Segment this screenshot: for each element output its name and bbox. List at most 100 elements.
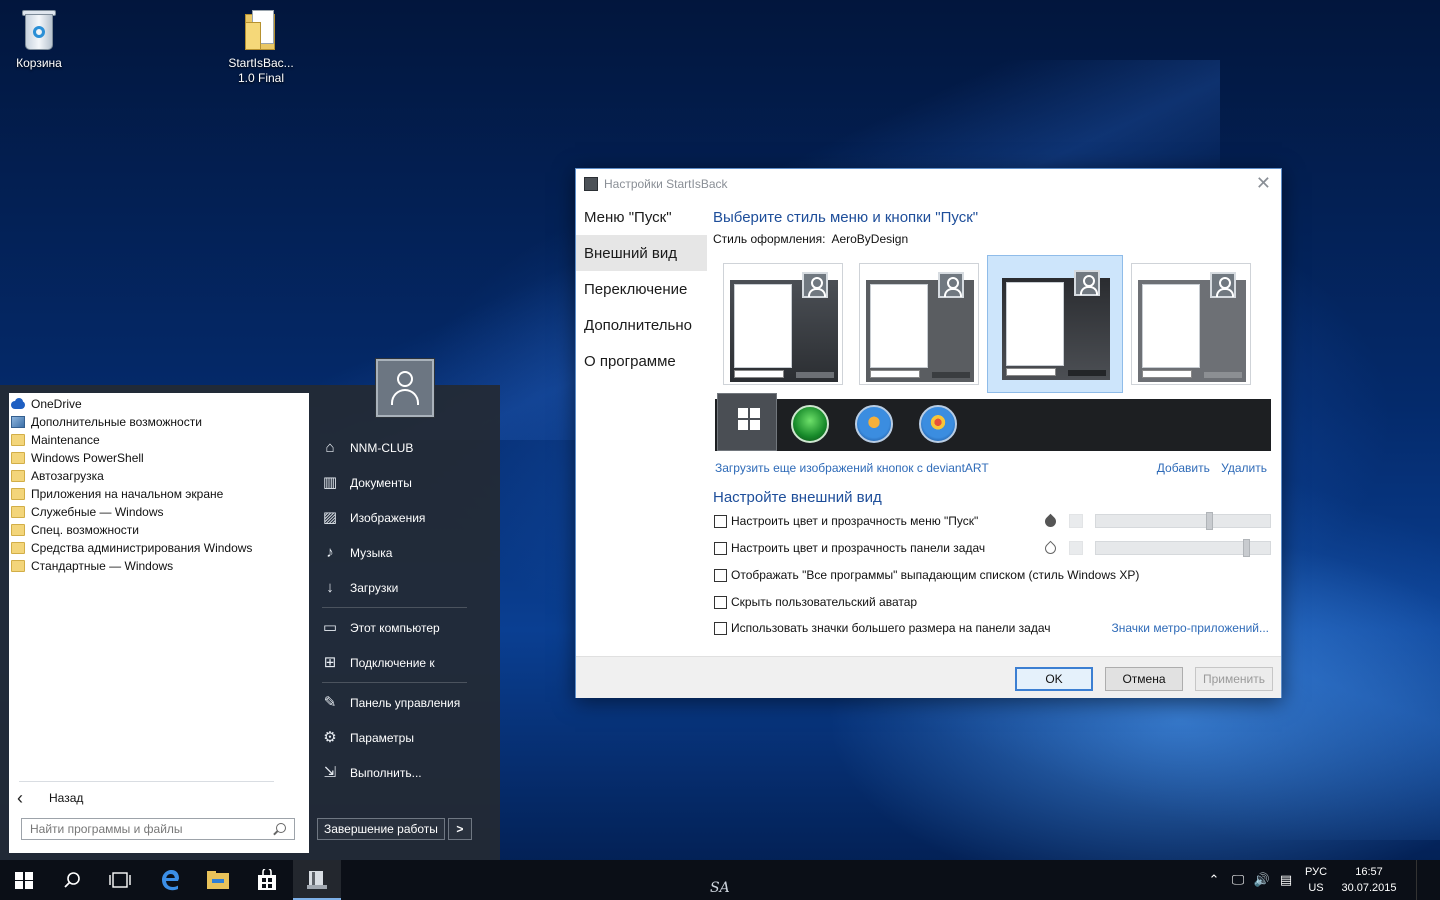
transparency-drop-icon[interactable] bbox=[1042, 540, 1059, 557]
dialog-titlebar[interactable]: Настройки StartIsBack ✕ bbox=[576, 169, 1281, 198]
program-item-admin-tools[interactable]: Средства администрирования Windows bbox=[9, 539, 309, 557]
style-label: Стиль оформления: bbox=[713, 232, 826, 246]
style-previews bbox=[723, 255, 1278, 395]
windows7-orb-icon[interactable] bbox=[855, 405, 893, 443]
add-orb-link[interactable]: Добавить bbox=[1157, 461, 1210, 475]
desktop-icon-label: Корзина bbox=[16, 56, 62, 70]
start-button[interactable] bbox=[0, 860, 48, 900]
menu-transparency-slider[interactable] bbox=[1095, 512, 1271, 530]
start-search-box[interactable] bbox=[21, 818, 295, 840]
option-large-taskbar-icons[interactable]: Использовать значки большего размера на … bbox=[714, 619, 1051, 637]
program-item-system-tools[interactable]: Служебные — Windows bbox=[9, 503, 309, 521]
nav-advanced[interactable]: Дополнительно bbox=[576, 307, 706, 343]
action-center-icon[interactable]: ▤ bbox=[1274, 872, 1298, 888]
nav-appearance[interactable]: Внешний вид bbox=[576, 235, 707, 271]
place-this-pc[interactable]: ▭ Этот компьютер bbox=[318, 610, 488, 645]
clover-orb-icon[interactable] bbox=[791, 405, 829, 443]
checkbox[interactable] bbox=[714, 595, 727, 609]
option-hide-avatar[interactable]: Скрыть пользовательский аватар bbox=[714, 593, 917, 611]
place-downloads[interactable]: ↓ Загрузки bbox=[318, 570, 488, 605]
place-pictures[interactable]: ▨ Изображения bbox=[318, 500, 488, 535]
desktop-icon-startisback[interactable]: StartIsBac... 1.0 Final bbox=[222, 8, 300, 86]
folder-icon bbox=[11, 560, 25, 572]
folder-icon bbox=[11, 524, 25, 536]
place-connect-to[interactable]: ⊞ Подключение к bbox=[318, 645, 488, 680]
nav-about[interactable]: О программе bbox=[576, 343, 706, 379]
option-label: Настроить цвет и прозрачность панели зад… bbox=[731, 541, 986, 555]
checkbox[interactable] bbox=[714, 568, 727, 582]
divider bbox=[322, 607, 467, 608]
close-icon[interactable]: ✕ bbox=[1256, 173, 1271, 194]
windows-logo-icon bbox=[738, 408, 760, 430]
option-taskbar-color[interactable]: Настроить цвет и прозрачность панели зад… bbox=[714, 539, 985, 557]
color-swatch[interactable] bbox=[1069, 514, 1083, 528]
program-item-accessibility-extras[interactable]: Дополнительные возможности bbox=[9, 413, 309, 431]
network-icon[interactable]: 🖵 bbox=[1226, 872, 1250, 888]
checkbox[interactable] bbox=[714, 621, 727, 635]
clock[interactable]: 16:57 30.07.2015 bbox=[1334, 864, 1404, 896]
recycle-bin-icon bbox=[19, 8, 59, 52]
vista-orb-icon[interactable] bbox=[919, 405, 957, 443]
place-label: NNM-CLUB bbox=[350, 440, 414, 455]
option-xp-all-programs[interactable]: Отображать "Все программы" выпадающим сп… bbox=[714, 566, 1139, 584]
metro-icons-link[interactable]: Значки метро-приложений... bbox=[1112, 621, 1269, 635]
system-tray: ⌃ 🖵 🔊 ▤ РУС US 16:57 30.07.2015 bbox=[1202, 860, 1440, 900]
shutdown-button[interactable]: Завершение работы bbox=[317, 818, 445, 840]
color-swatch[interactable] bbox=[1069, 541, 1083, 555]
show-desktop-button[interactable] bbox=[1416, 860, 1440, 900]
documents-icon: ▥ bbox=[322, 473, 338, 491]
place-settings[interactable]: ⚙ Параметры bbox=[318, 720, 488, 755]
option-menu-color[interactable]: Настроить цвет и прозрачность меню "Пуск… bbox=[714, 512, 978, 530]
signature-watermark: SA bbox=[710, 880, 730, 896]
taskbar-store-button[interactable] bbox=[243, 860, 291, 900]
style-preview-4[interactable] bbox=[1131, 263, 1251, 385]
orb-links: Загрузить еще изображений кнопок с devia… bbox=[715, 461, 1271, 475]
taskbar-explorer-button[interactable] bbox=[194, 860, 242, 900]
program-item-ease-of-access[interactable]: Спец. возможности bbox=[9, 521, 309, 539]
program-item-powershell[interactable]: Windows PowerShell bbox=[9, 449, 309, 467]
program-item-accessories[interactable]: Стандартные — Windows bbox=[9, 557, 309, 575]
style-preview-2[interactable] bbox=[859, 263, 979, 385]
taskbar-search-button[interactable] bbox=[48, 860, 96, 900]
apply-button[interactable]: Применить bbox=[1195, 667, 1273, 691]
folder-icon bbox=[241, 8, 281, 52]
language-indicator[interactable]: РУС US bbox=[1298, 864, 1334, 896]
shutdown-options-button[interactable]: > bbox=[447, 818, 472, 840]
desktop-icon-recycle-bin[interactable]: Корзина bbox=[0, 8, 78, 71]
orb-option-win10[interactable] bbox=[717, 393, 777, 451]
back-label: Назад bbox=[49, 791, 84, 805]
place-control-panel[interactable]: ✎ Панель управления bbox=[318, 685, 488, 720]
program-label: Дополнительные возможности bbox=[31, 415, 202, 429]
slider-thumb[interactable] bbox=[1206, 512, 1213, 530]
checkbox[interactable] bbox=[714, 541, 727, 555]
deviantart-link[interactable]: Загрузить еще изображений кнопок с devia… bbox=[715, 461, 989, 475]
program-item-maintenance[interactable]: Maintenance bbox=[9, 431, 309, 449]
place-music[interactable]: ♪ Музыка bbox=[318, 535, 488, 570]
remove-orb-link[interactable]: Удалить bbox=[1221, 461, 1267, 475]
nav-start-menu[interactable]: Меню "Пуск" bbox=[576, 199, 706, 235]
program-item-startup[interactable]: Автозагрузка bbox=[9, 467, 309, 485]
slider-thumb[interactable] bbox=[1243, 539, 1250, 557]
start-search-input[interactable] bbox=[30, 822, 260, 836]
style-preview-3[interactable] bbox=[987, 255, 1123, 393]
program-item-onedrive[interactable]: OneDrive bbox=[9, 395, 309, 413]
place-user-folder[interactable]: ⌂ NNM-CLUB bbox=[318, 430, 488, 465]
program-item-start-screen-apps[interactable]: Приложения на начальном экране bbox=[9, 485, 309, 503]
user-avatar[interactable] bbox=[376, 359, 434, 417]
style-preview-1[interactable] bbox=[723, 263, 843, 385]
place-run[interactable]: ⇲ Выполнить... bbox=[318, 755, 488, 790]
volume-icon[interactable]: 🔊 bbox=[1250, 872, 1274, 888]
back-button[interactable]: ‹ Назад bbox=[9, 786, 309, 810]
color-drop-icon[interactable] bbox=[1042, 513, 1059, 530]
place-documents[interactable]: ▥ Документы bbox=[318, 465, 488, 500]
task-view-button[interactable] bbox=[96, 860, 144, 900]
checkbox[interactable] bbox=[714, 514, 727, 528]
chevron-up-icon[interactable]: ⌃ bbox=[1202, 872, 1226, 888]
cancel-button[interactable]: Отмена bbox=[1105, 667, 1183, 691]
taskbar-transparency-slider[interactable] bbox=[1095, 539, 1271, 557]
taskbar-startisback-button[interactable] bbox=[293, 860, 341, 900]
taskbar-edge-button[interactable] bbox=[146, 860, 194, 900]
nav-switching[interactable]: Переключение bbox=[576, 271, 706, 307]
program-label: OneDrive bbox=[31, 397, 82, 411]
ok-button[interactable]: OK bbox=[1015, 667, 1093, 691]
